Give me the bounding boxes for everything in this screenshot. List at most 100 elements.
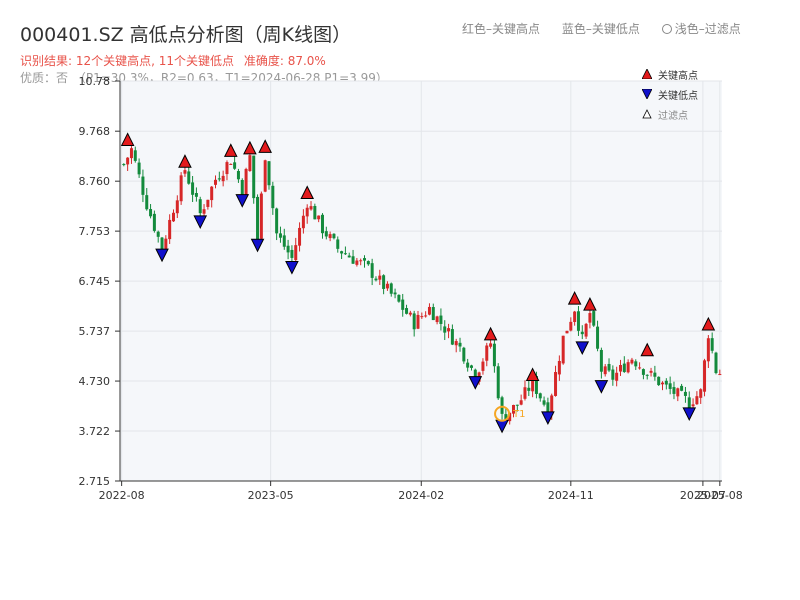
candle-body <box>336 239 340 249</box>
candle-body <box>328 234 332 239</box>
candle-body <box>557 360 561 375</box>
candle-body <box>217 178 221 180</box>
candle-body <box>443 326 447 333</box>
candle-body <box>496 366 500 399</box>
candle-body <box>435 316 439 323</box>
candle-body <box>588 313 592 323</box>
candle-body <box>225 162 229 175</box>
candle-body <box>676 388 680 397</box>
candle-body <box>221 175 225 182</box>
legend-high-label: 关键高点 <box>658 70 698 82</box>
candle-body <box>611 369 615 380</box>
candle-body <box>385 283 389 289</box>
candle-body <box>301 215 305 229</box>
candle-body <box>171 212 175 222</box>
legend-filtered-label: 过滤点 <box>658 110 688 122</box>
legend-row-filtered: 过滤点 <box>642 104 698 124</box>
candle-body <box>191 182 195 195</box>
candle-body <box>626 362 630 373</box>
candle-body <box>393 292 397 295</box>
candle-body <box>168 219 172 240</box>
candle-body <box>584 323 588 337</box>
candle-body <box>259 193 263 239</box>
candle-body <box>580 331 584 335</box>
y-tick-label: 7.753 <box>79 225 111 238</box>
candle-body <box>523 387 527 399</box>
candle-body <box>542 400 546 405</box>
candle-body <box>256 196 260 240</box>
candle-body <box>645 374 649 376</box>
candle-body <box>515 404 519 406</box>
candle-body <box>378 275 382 280</box>
y-tick-label: 5.737 <box>79 325 111 338</box>
candle-body <box>317 215 321 220</box>
candle-body <box>599 349 603 372</box>
candle-body <box>714 352 718 374</box>
candle-body <box>286 245 290 253</box>
candle-body <box>554 372 558 396</box>
candle-body <box>179 175 183 202</box>
candle-body <box>313 205 317 220</box>
candle-body <box>294 245 298 261</box>
candle-body <box>527 387 531 391</box>
x-tick-label: 2024-02 <box>398 489 444 502</box>
candle-body <box>634 361 638 367</box>
candle-body <box>214 179 218 185</box>
candle-body <box>489 343 493 347</box>
candle-body <box>275 208 279 234</box>
candle-body <box>324 231 328 237</box>
candle-body <box>282 235 286 247</box>
candle-body <box>332 233 336 239</box>
x-tick-label: 2024-11 <box>548 489 594 502</box>
candle-body <box>412 313 416 330</box>
candle-body <box>183 170 187 174</box>
candle-body <box>519 400 523 405</box>
candle-body <box>359 260 363 262</box>
candle-body <box>343 253 347 255</box>
candle-body <box>389 283 393 294</box>
candle-body <box>290 249 294 258</box>
candle-body <box>592 311 596 326</box>
candle-body <box>706 338 710 362</box>
candle-body <box>240 180 244 196</box>
candle-body <box>653 372 657 377</box>
candle-body <box>462 347 466 362</box>
legend-row-high: 关键高点 <box>642 64 698 84</box>
legend-low-label: 关键低点 <box>658 90 698 102</box>
blue-triangle-down-icon <box>642 89 652 99</box>
candle-body <box>661 382 665 385</box>
candle-body <box>370 263 374 278</box>
candle-body <box>450 329 454 345</box>
x-tick-label: 2023-05 <box>248 489 294 502</box>
candle-body <box>710 338 714 351</box>
candle-body <box>340 251 344 254</box>
candle-body <box>603 366 607 375</box>
candle-body <box>607 363 611 371</box>
candle-body <box>320 214 324 234</box>
y-tick-label: 4.730 <box>79 375 111 388</box>
candle-body <box>122 164 126 166</box>
candle-body <box>703 360 707 392</box>
candle-body <box>347 255 351 258</box>
candle-body <box>458 342 462 347</box>
candle-body <box>233 162 237 169</box>
candle-body <box>194 193 198 197</box>
highlight-label: T1 <box>512 409 525 420</box>
candle-body <box>427 306 431 315</box>
candle-body <box>492 343 496 367</box>
candle-body <box>538 393 542 399</box>
candle-body <box>630 359 634 364</box>
candle-body <box>680 385 684 391</box>
candle-body <box>718 374 722 376</box>
candle-body <box>252 155 256 199</box>
candle-body <box>408 312 412 315</box>
candle-body <box>454 341 458 346</box>
candle-body <box>156 231 160 237</box>
candle-body <box>355 260 359 265</box>
candle-body <box>175 200 179 214</box>
candle-body <box>565 330 569 334</box>
candle-body <box>469 365 473 368</box>
candle-body <box>401 299 405 310</box>
candle-body <box>466 362 470 368</box>
candle-body <box>668 383 672 389</box>
